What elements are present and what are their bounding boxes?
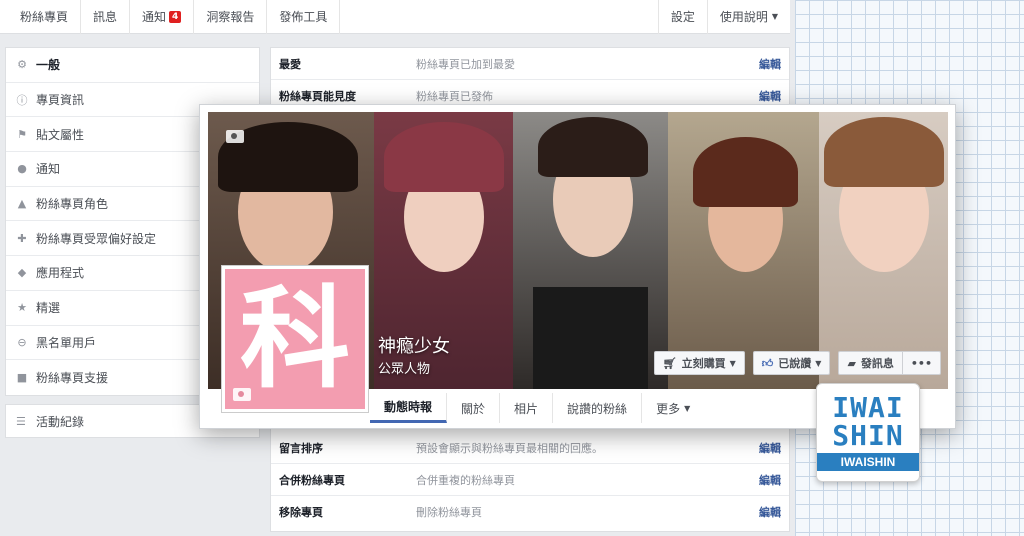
settings-row-value: 粉絲專頁已加到最愛 bbox=[416, 57, 515, 71]
sidebar-item-label: 通知 bbox=[36, 162, 61, 177]
iwaishin-logo: IWAI SHIN IWAISHIN bbox=[816, 383, 920, 482]
sidebar-item-label: 專頁資訊 bbox=[36, 93, 85, 108]
tab-insights[interactable]: 洞察報告 bbox=[194, 0, 268, 34]
page-tabs: 動態時報 關於 相片 說讚的粉絲 更多 ▼ bbox=[370, 393, 704, 423]
tab-notifications-label: 通知 bbox=[142, 10, 167, 24]
tab-timeline[interactable]: 動態時報 bbox=[370, 393, 448, 423]
edit-link[interactable]: 編輯 bbox=[749, 88, 789, 104]
sidebar-item-label: 活動紀錄 bbox=[36, 414, 85, 429]
tab-photos[interactable]: 相片 bbox=[500, 393, 554, 423]
settings-row-merge-pages: 合併粉絲專頁 合併重複的粉絲專頁 編輯 bbox=[271, 464, 789, 496]
hair-shape bbox=[693, 137, 798, 207]
tab-more[interactable]: 更多 ▼ bbox=[642, 393, 704, 423]
globe-icon: ● bbox=[17, 162, 27, 176]
cover-photo-panel bbox=[819, 112, 948, 389]
edit-link[interactable]: 編輯 bbox=[749, 472, 789, 488]
settings-row-remove-page: 移除專頁 刪除粉絲專頁 編輯 bbox=[271, 496, 789, 528]
cover-action-buttons: 🛒︎ 立刻購買 ▼ 👍︎ 已說讚 ▼ ▰ 發訊息 ••• bbox=[653, 351, 941, 375]
facebook-icon: ■ bbox=[16, 371, 28, 385]
logo-text-line: SHIN bbox=[832, 419, 904, 452]
settings-row-key: 留言排序 bbox=[279, 441, 323, 455]
notification-badge: 4 bbox=[169, 10, 182, 23]
edit-link[interactable]: 編輯 bbox=[749, 440, 789, 456]
tab-page[interactable]: 粉絲專頁 bbox=[0, 0, 82, 34]
cover-photo-panel bbox=[513, 112, 668, 389]
tab-about[interactable]: 關於 bbox=[447, 393, 501, 423]
liked-label: 已說讚 bbox=[778, 357, 812, 370]
help-menu[interactable]: 使用說明 ▼ bbox=[706, 0, 790, 34]
shop-now-button[interactable]: 🛒︎ 立刻購買 ▼ bbox=[653, 351, 745, 375]
help-label: 使用說明 bbox=[719, 10, 768, 24]
tab-likes[interactable]: 說讚的粉絲 bbox=[553, 393, 643, 423]
profile-picture[interactable]: 科 bbox=[221, 265, 369, 413]
liked-button[interactable]: 👍︎ 已說讚 ▼ bbox=[752, 351, 831, 375]
chevron-down-icon: ▼ bbox=[684, 403, 691, 413]
hair-shape bbox=[384, 122, 504, 192]
gear-icon: ⚙ bbox=[17, 58, 27, 72]
top-navigation: 粉絲專頁 訊息 通知 4 洞察報告 發佈工具 設定 使用說明 ▼ bbox=[0, 0, 790, 34]
sidebar-item-label: 一般 bbox=[36, 58, 61, 73]
profile-character: 科 bbox=[240, 275, 350, 403]
page-preview-card: 科 神瘾少女 公眾人物 🛒︎ 立刻購買 ▼ 👍︎ 已說讚 ▼ ▰ 發訊息 •••… bbox=[199, 104, 956, 429]
message-label: 發訊息 bbox=[860, 357, 894, 370]
sidebar-item-label: 粉絲專頁角色 bbox=[36, 197, 109, 212]
speech-bubble-icon: ▰ bbox=[847, 356, 856, 370]
profile-picture-inner: 科 bbox=[225, 269, 365, 409]
more-options-button[interactable]: ••• bbox=[902, 351, 941, 375]
logo-text-line: IWAI bbox=[832, 391, 904, 424]
clothing-shape bbox=[533, 287, 648, 389]
settings-row-value: 合併重複的粉絲專頁 bbox=[416, 473, 515, 487]
camera-icon[interactable] bbox=[233, 388, 251, 401]
tab-messages[interactable]: 訊息 bbox=[81, 0, 131, 34]
tab-more-label: 更多 bbox=[656, 401, 681, 416]
logo-wordmark: IWAISHIN bbox=[817, 453, 919, 471]
page-name[interactable]: 神瘾少女 bbox=[378, 332, 450, 358]
block-icon: ⊖ bbox=[17, 335, 27, 349]
thumbs-up-icon: 👍︎ bbox=[761, 356, 774, 370]
settings-row-favorites: 最愛 粉絲專頁已加到最愛 編輯 bbox=[271, 48, 789, 80]
message-button-group: ▰ 發訊息 ••• bbox=[838, 351, 941, 375]
settings-row-value: 刪除粉絲專頁 bbox=[416, 506, 482, 519]
shop-now-label: 立刻購買 bbox=[681, 357, 726, 370]
settings-row-key: 最愛 bbox=[279, 57, 301, 71]
tab-settings[interactable]: 設定 bbox=[657, 0, 707, 34]
star-icon: ★ bbox=[17, 301, 27, 315]
settings-row-comment-ranking: 留言排序 預設會顯示與粉絲專頁最相關的回應。 編輯 bbox=[271, 432, 789, 464]
camera-icon[interactable] bbox=[226, 130, 244, 143]
sidebar-item-general[interactable]: ⚙ 一般 bbox=[6, 48, 259, 83]
settings-row-key: 合併粉絲專頁 bbox=[279, 473, 345, 487]
sidebar-item-label: 黑名單用戶 bbox=[36, 335, 97, 350]
settings-row-value: 預設會顯示與粉絲專頁最相關的回應。 bbox=[416, 441, 603, 455]
page-category: 公眾人物 bbox=[378, 362, 431, 377]
tab-notifications[interactable]: 通知 4 bbox=[130, 0, 195, 34]
settings-row-value: 粉絲專頁已發佈 bbox=[416, 89, 493, 103]
cube-icon: ◆ bbox=[17, 266, 27, 280]
hair-shape bbox=[824, 117, 944, 187]
flag-icon: ⚑ bbox=[17, 127, 27, 141]
cart-icon: 🛒︎ bbox=[662, 356, 677, 370]
info-icon: ⓘ bbox=[16, 93, 28, 107]
cover-photo-panel bbox=[668, 112, 819, 389]
chevron-down-icon: ▼ bbox=[815, 358, 822, 368]
chevron-down-icon: ▼ bbox=[771, 12, 778, 21]
sidebar-item-label: 粉絲專頁支援 bbox=[36, 371, 109, 386]
person-icon: ▲ bbox=[17, 197, 27, 211]
settings-row-key: 粉絲專頁能見度 bbox=[279, 89, 356, 103]
sidebar-item-label: 應用程式 bbox=[36, 266, 85, 281]
hair-shape bbox=[538, 117, 648, 177]
sidebar-item-label: 貼文屬性 bbox=[36, 127, 85, 142]
tab-publishing-tools[interactable]: 發佈工具 bbox=[267, 0, 341, 34]
sidebar-item-label: 粉絲專頁受眾偏好設定 bbox=[36, 231, 157, 246]
person-add-icon: ✚ bbox=[17, 231, 27, 245]
settings-row-key: 移除專頁 bbox=[279, 506, 323, 519]
list-icon: ☰ bbox=[16, 414, 26, 428]
edit-link[interactable]: 編輯 bbox=[749, 504, 789, 520]
sidebar-item-label: 精選 bbox=[36, 301, 61, 316]
chevron-down-icon: ▼ bbox=[729, 358, 736, 368]
message-button[interactable]: ▰ 發訊息 bbox=[838, 351, 903, 375]
edit-link[interactable]: 編輯 bbox=[749, 56, 789, 72]
